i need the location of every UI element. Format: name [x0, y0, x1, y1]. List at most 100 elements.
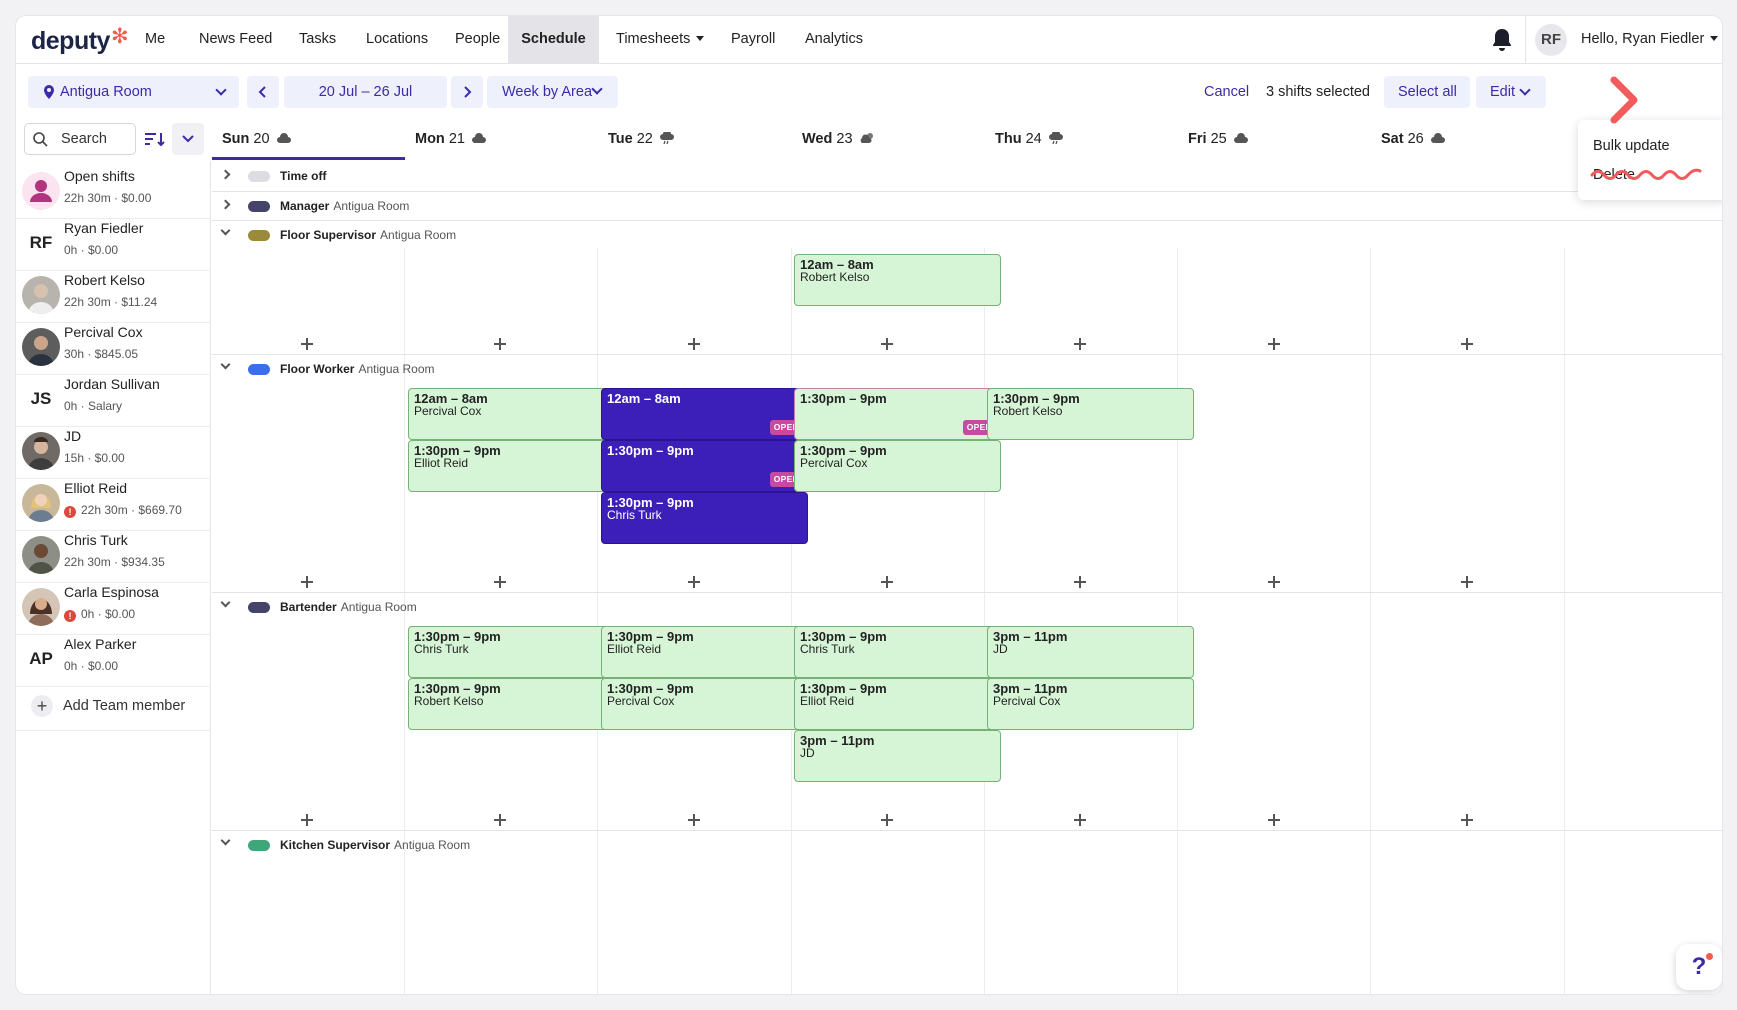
add-shift-button[interactable] — [880, 813, 894, 827]
area-row-floor-supervisor[interactable]: Floor Supervisor Antigua Room — [212, 225, 1722, 247]
member-row-jd[interactable]: JD 15h · $0.00 — [16, 421, 211, 479]
member-name: JD — [64, 428, 82, 444]
help-button[interactable]: ? — [1676, 944, 1722, 990]
area-row-manager[interactable]: Manager Antigua Room — [212, 196, 1722, 218]
add-shift-button[interactable] — [1073, 813, 1087, 827]
user-menu[interactable]: Hello, Ryan Fiedler — [1581, 16, 1719, 63]
bell-icon[interactable] — [1490, 27, 1514, 53]
member-row-jordan-sullivan[interactable]: JS Jordan Sullivan 0h · Salary — [16, 369, 211, 427]
member-row-elliot-reid[interactable]: Elliot Reid ! 22h 30m · $669.70 — [16, 473, 211, 531]
prev-week-button[interactable] — [247, 76, 279, 108]
add-shift-button[interactable] — [687, 575, 701, 589]
add-shift-button[interactable] — [687, 337, 701, 351]
day-header-fri[interactable]: Fri 25 — [1188, 125, 1249, 153]
member-row-ryan-fiedler[interactable]: RF Ryan Fiedler 0h · $0.00 — [16, 213, 211, 271]
day-number: 21 — [448, 131, 465, 147]
menu-item-bulk-update[interactable]: Bulk update — [1593, 138, 1670, 154]
member-row-chris-turk[interactable]: Chris Turk 22h 30m · $934.35 — [16, 525, 211, 583]
nav-news-feed[interactable]: News Feed — [199, 16, 272, 63]
sort-icon[interactable] — [140, 123, 168, 155]
deputy-logo[interactable]: deputy✻ — [31, 24, 129, 56]
shift-card-open[interactable]: 1:30pm – 9pm OPEN — [794, 388, 1001, 440]
add-shift-button[interactable] — [1073, 337, 1087, 351]
edit-button[interactable]: Edit — [1476, 76, 1546, 108]
shift-card-open-selected[interactable]: 1:30pm – 9pm OPEN — [601, 440, 808, 492]
shift-card[interactable]: 12am – 8am Percival Cox — [408, 388, 615, 440]
add-shift-button[interactable] — [1073, 575, 1087, 589]
shift-card[interactable]: 1:30pm – 9pm Elliot Reid — [601, 626, 808, 678]
area-row-time-off[interactable]: Time off — [212, 166, 1722, 188]
add-shift-button[interactable] — [300, 337, 314, 351]
shift-card[interactable]: 12am – 8am Robert Kelso — [794, 254, 1001, 306]
chevron-right-icon — [464, 86, 472, 98]
sort-dropdown-button[interactable] — [172, 123, 204, 155]
shift-card[interactable]: 3pm – 11pm JD — [987, 626, 1194, 678]
area-row-bartender[interactable]: Bartender Antigua Room — [212, 597, 1722, 619]
date-range-picker[interactable]: 20 Jul – 26 Jul — [284, 76, 447, 108]
shift-employee: Elliot Reid — [607, 642, 662, 656]
shift-card-open-selected[interactable]: 12am – 8am OPEN — [601, 388, 808, 440]
user-avatar[interactable]: RF — [1535, 24, 1567, 56]
member-row-alex-parker[interactable]: AP Alex Parker 0h · $0.00 — [16, 629, 211, 687]
shift-card[interactable]: 1:30pm – 9pm Percival Cox — [794, 440, 1001, 492]
nav-people[interactable]: People — [455, 16, 500, 63]
shift-card[interactable]: 1:30pm – 9pm Percival Cox — [601, 678, 808, 730]
shift-card[interactable]: 1:30pm – 9pm Chris Turk — [408, 626, 615, 678]
area-row-kitchen-supervisor[interactable]: Kitchen Supervisor Antigua Room — [212, 835, 1722, 857]
add-shift-button[interactable] — [1267, 337, 1281, 351]
day-header-sun[interactable]: Sun 20 — [222, 125, 292, 153]
add-shift-button[interactable] — [880, 575, 894, 589]
member-row-robert-kelso[interactable]: Robert Kelso 22h 30m · $11.24 — [16, 265, 211, 323]
add-shift-button[interactable] — [1460, 575, 1474, 589]
add-shift-button[interactable] — [493, 813, 507, 827]
nav-tasks[interactable]: Tasks — [299, 16, 336, 63]
shift-card[interactable]: 1:30pm – 9pm Robert Kelso — [408, 678, 615, 730]
day-header-wed[interactable]: Wed 23 — [802, 125, 875, 153]
nav-timesheets[interactable]: Timesheets — [616, 16, 705, 63]
nav-analytics[interactable]: Analytics — [805, 16, 863, 63]
nav-schedule[interactable]: Schedule — [508, 16, 599, 63]
avatar-photo — [22, 328, 60, 366]
add-shift-button[interactable] — [300, 813, 314, 827]
day-header-sat[interactable]: Sat 26 — [1381, 125, 1446, 153]
add-shift-button[interactable] — [300, 575, 314, 589]
add-shift-button[interactable] — [1267, 575, 1281, 589]
shift-card[interactable]: 1:30pm – 9pm Elliot Reid — [408, 440, 615, 492]
schedule-grid: Time off Manager Antigua Room Floor Super… — [212, 161, 1722, 994]
day-header-mon[interactable]: Mon 21 — [415, 125, 487, 153]
nav-me[interactable]: Me — [145, 16, 165, 63]
nav-payroll[interactable]: Payroll — [731, 16, 775, 63]
add-shift-button[interactable] — [1267, 813, 1281, 827]
shift-card[interactable]: 3pm – 11pm JD — [794, 730, 1001, 782]
add-shift-button[interactable] — [880, 337, 894, 351]
chevron-down-icon — [215, 84, 227, 96]
select-all-button[interactable]: Select all — [1384, 76, 1470, 108]
add-shift-button[interactable] — [687, 813, 701, 827]
day-header-thu[interactable]: Thu 24 — [995, 125, 1064, 153]
add-shift-button[interactable] — [493, 337, 507, 351]
day-header-tue[interactable]: Tue 22 — [608, 125, 675, 153]
shift-card[interactable]: 1:30pm – 9pm Elliot Reid — [794, 678, 1001, 730]
member-row-percival-cox[interactable]: Percival Cox 30h · $845.05 — [16, 317, 211, 375]
member-row-open-shifts[interactable]: Open shifts 22h 30m · $0.00 — [16, 161, 211, 219]
area-color-pill — [248, 840, 270, 851]
add-shift-button[interactable] — [493, 575, 507, 589]
chevron-left-icon — [258, 86, 266, 98]
location-select[interactable]: Antigua Room — [28, 76, 239, 108]
add-shift-button[interactable] — [1460, 337, 1474, 351]
add-team-member-button[interactable]: + Add Team member — [16, 681, 211, 731]
shift-card[interactable]: 3pm – 11pm Percival Cox — [987, 678, 1194, 730]
shift-card[interactable]: 1:30pm – 9pm Chris Turk — [794, 626, 1001, 678]
area-label: Bartender Antigua Room — [280, 600, 417, 614]
area-row-floor-worker[interactable]: Floor Worker Antigua Room — [212, 359, 1722, 381]
area-name: Kitchen Supervisor — [280, 838, 391, 852]
next-week-button[interactable] — [451, 76, 483, 108]
shift-card[interactable]: 1:30pm – 9pm Robert Kelso — [987, 388, 1194, 440]
member-row-carla-espinosa[interactable]: Carla Espinosa ! 0h · $0.00 — [16, 577, 211, 635]
shift-employee: Chris Turk — [414, 642, 469, 656]
shift-card-selected[interactable]: 1:30pm – 9pm Chris Turk — [601, 492, 808, 544]
view-select[interactable]: Week by Area — [487, 76, 618, 108]
cancel-button[interactable]: Cancel — [1204, 76, 1249, 108]
add-shift-button[interactable] — [1460, 813, 1474, 827]
nav-locations[interactable]: Locations — [366, 16, 428, 63]
